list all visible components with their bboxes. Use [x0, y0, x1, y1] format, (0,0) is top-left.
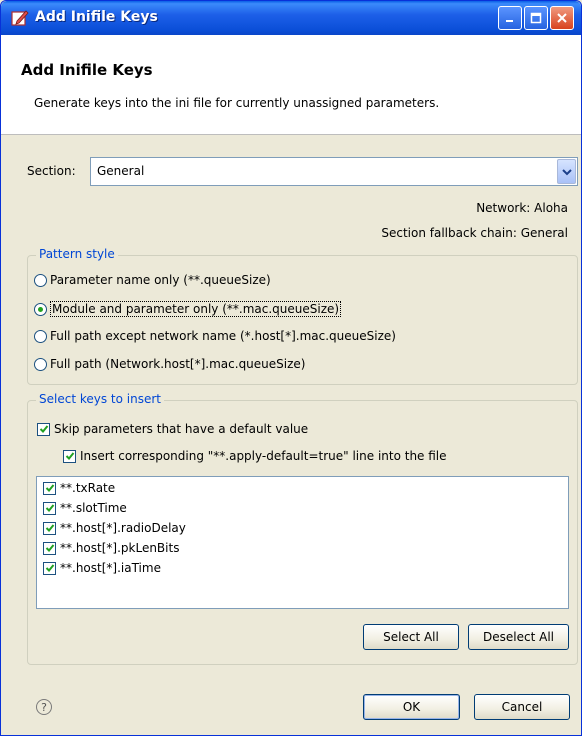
combo-dropdown-button[interactable]	[557, 159, 576, 184]
key-label: **.host[*].radioDelay	[60, 521, 186, 535]
minimize-button[interactable]	[498, 6, 522, 30]
skip-default-label: Skip parameters that have a default valu…	[54, 422, 309, 436]
checkbox[interactable]	[43, 501, 56, 515]
keys-list[interactable]: **.txRate **.slotTime **.host[*].radioDe…	[36, 476, 569, 609]
network-info: Network: Aloha	[476, 201, 568, 215]
checkbox[interactable]	[43, 561, 56, 575]
radio-button-selected[interactable]	[34, 302, 47, 316]
checkbox[interactable]	[37, 422, 50, 436]
key-label: **.slotTime	[60, 501, 127, 515]
dialog-header: Add Inifile Keys Generate keys into the …	[1, 35, 581, 135]
check-icon	[45, 544, 54, 552]
section-combo-value: General	[97, 164, 145, 178]
edit-icon	[11, 10, 29, 26]
check-icon	[45, 564, 54, 572]
check-icon	[45, 484, 54, 492]
check-icon	[65, 452, 74, 460]
close-button[interactable]	[550, 6, 574, 30]
section-combo[interactable]: General	[90, 157, 578, 186]
checkbox[interactable]	[43, 481, 56, 495]
list-item[interactable]: **.host[*].pkLenBits	[43, 541, 179, 555]
list-item[interactable]: **.host[*].iaTime	[43, 561, 161, 575]
pattern-option-parameter-name[interactable]: Parameter name only (**.queueSize)	[34, 273, 271, 287]
key-label: **.txRate	[60, 481, 116, 495]
header-title: Add Inifile Keys	[21, 61, 153, 79]
help-icon[interactable]: ?	[36, 699, 52, 715]
radio-label: Parameter name only (**.queueSize)	[50, 273, 271, 287]
title-bar[interactable]: Add Inifile Keys	[1, 1, 581, 35]
checkbox[interactable]	[43, 541, 56, 555]
pattern-style-title: Pattern style	[36, 247, 118, 261]
pattern-option-full-path[interactable]: Full path (Network.host[*].mac.queueSize…	[34, 357, 305, 371]
list-item[interactable]: **.txRate	[43, 481, 115, 495]
select-all-button[interactable]: Select All	[363, 624, 459, 650]
apply-default-label: Insert corresponding "**.apply-default=t…	[80, 449, 447, 463]
header-description: Generate keys into the ini file for curr…	[34, 96, 440, 110]
radio-label: Full path except network name (*.host[*]…	[50, 329, 396, 343]
window-title: Add Inifile Keys	[35, 9, 158, 25]
checkbox[interactable]	[43, 521, 56, 535]
radio-button[interactable]	[34, 357, 47, 371]
section-label: Section:	[27, 164, 76, 178]
check-icon	[45, 504, 54, 512]
cancel-button[interactable]: Cancel	[474, 694, 570, 720]
radio-label: Full path (Network.host[*].mac.queueSize…	[50, 357, 306, 371]
check-icon	[39, 425, 48, 433]
chevron-down-icon	[561, 168, 572, 175]
minimize-icon	[506, 20, 513, 22]
key-label: **.host[*].iaTime	[60, 561, 161, 575]
dialog-window: Add Inifile Keys Add Inifile Keys Genera…	[0, 0, 582, 736]
ok-button[interactable]: OK	[363, 694, 460, 720]
close-icon	[557, 13, 567, 23]
maximize-button[interactable]	[524, 6, 548, 30]
fallback-chain-info: Section fallback chain: General	[381, 226, 568, 240]
key-label: **.host[*].pkLenBits	[60, 541, 180, 555]
list-item[interactable]: **.slotTime	[43, 501, 127, 515]
maximize-icon	[530, 12, 542, 24]
radio-label: Module and parameter only (**.mac.queueS…	[50, 301, 342, 317]
check-icon	[45, 524, 54, 532]
pattern-option-module-parameter[interactable]: Module and parameter only (**.mac.queueS…	[34, 301, 342, 317]
radio-button[interactable]	[34, 273, 47, 287]
select-keys-title: Select keys to insert	[36, 392, 164, 406]
list-item[interactable]: **.host[*].radioDelay	[43, 521, 186, 535]
checkbox[interactable]	[63, 449, 76, 463]
skip-default-checkbox-row[interactable]: Skip parameters that have a default valu…	[37, 422, 308, 436]
radio-button[interactable]	[34, 329, 47, 343]
deselect-all-button[interactable]: Deselect All	[468, 624, 569, 650]
pattern-option-full-path-except-network[interactable]: Full path except network name (*.host[*]…	[34, 329, 396, 343]
apply-default-checkbox-row[interactable]: Insert corresponding "**.apply-default=t…	[63, 449, 447, 463]
